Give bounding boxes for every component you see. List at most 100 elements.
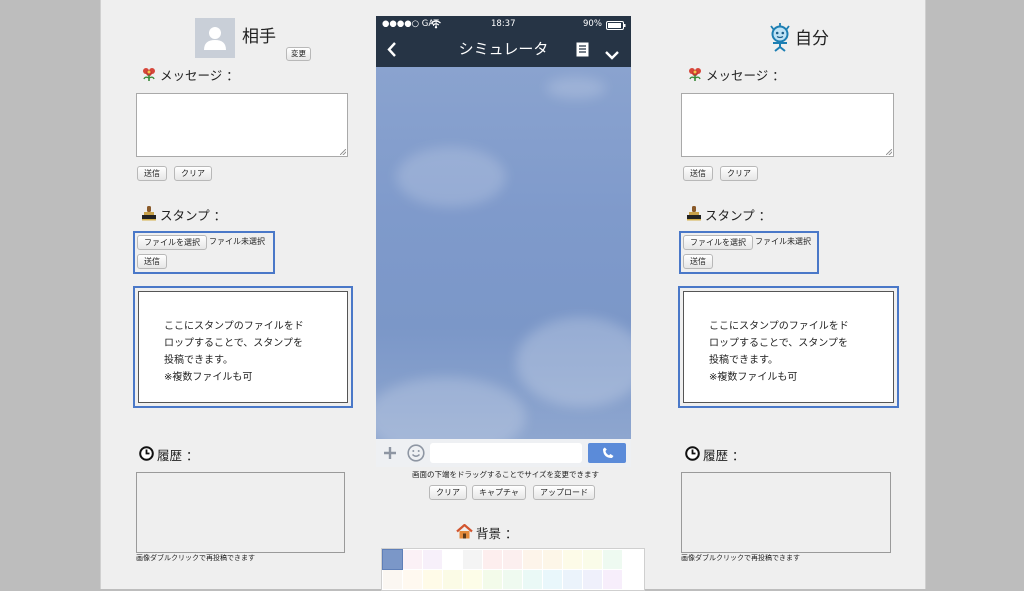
background-swatch-grid	[381, 548, 645, 591]
partner-file-status: ファイル未選択	[209, 237, 265, 246]
background-swatch[interactable]	[603, 570, 622, 589]
battery-percent: 90%	[583, 19, 602, 29]
resize-grip[interactable]	[340, 149, 346, 155]
self-name: 自分	[795, 29, 829, 49]
partner-name: 相手	[242, 27, 276, 47]
self-message-heading: メッセージ ：	[687, 67, 785, 85]
partner-avatar[interactable]	[195, 18, 235, 58]
partner-message-input[interactable]	[136, 93, 348, 157]
stamp-label: スタンプ ：	[705, 207, 772, 223]
stamp-icon	[686, 206, 702, 225]
person-icon	[204, 27, 226, 50]
resize-grip[interactable]	[886, 149, 892, 155]
background-swatch[interactable]	[543, 570, 562, 589]
house-icon	[456, 523, 473, 543]
phone-status-bar: ●●●●○ GAT 18:37 90%	[376, 16, 631, 32]
cloud	[516, 317, 631, 407]
self-stamp-heading: スタンプ ：	[686, 206, 771, 225]
background-swatch[interactable]	[403, 570, 422, 589]
chat-area[interactable]	[376, 67, 631, 439]
message-label: メッセージ ：	[706, 68, 785, 83]
background-swatch[interactable]	[603, 550, 622, 569]
self-avatar-icon[interactable]	[767, 22, 793, 56]
drop-instructions: ここにスタンプのファイルをド ロップすることで、スタンプを 投稿できます。 ※複…	[164, 321, 304, 383]
upload-button[interactable]: アップロード	[533, 485, 595, 500]
partner-history-heading: 履歴 ：	[139, 446, 198, 465]
self-history-note: 画像ダブルクリックで再投稿できます	[681, 554, 800, 562]
history-label: 履歴 ：	[157, 447, 199, 463]
self-send-button[interactable]: 送信	[683, 166, 713, 181]
capture-button[interactable]: キャプチャ	[472, 485, 526, 500]
background-swatch[interactable]	[423, 570, 442, 589]
phone-simulator: ●●●●○ GAT 18:37 90% シミュレータ	[376, 16, 631, 467]
background-swatch[interactable]	[503, 550, 522, 569]
partner-history-box[interactable]	[136, 472, 345, 553]
self-history-heading: 履歴 ：	[685, 446, 744, 465]
self-message-input[interactable]	[681, 93, 894, 157]
simulator-page: 相手 変更 メッセージ ： 送信 クリア スタンプ ： ファイルを選択 ファイル…	[100, 0, 926, 591]
message-label: メッセージ ：	[160, 68, 239, 83]
phone-clear-button[interactable]: クリア	[429, 485, 467, 500]
background-swatch[interactable]	[463, 550, 482, 569]
cloud	[546, 77, 606, 99]
self-stamp-send-button[interactable]: 送信	[683, 254, 713, 269]
drop-zone-inner: ここにスタンプのファイルをド ロップすることで、スタンプを 投稿できます。 ※複…	[683, 291, 894, 403]
self-stamp-drop-zone[interactable]: ここにスタンプのファイルをド ロップすることで、スタンプを 投稿できます。 ※複…	[678, 286, 899, 408]
clock-time: 18:37	[491, 19, 516, 29]
change-avatar-button[interactable]: 変更	[286, 47, 311, 61]
partner-choose-file-button[interactable]: ファイルを選択	[137, 235, 207, 250]
resize-hint: 画面の下端をドラッグすることでサイズを変更できます	[412, 470, 600, 479]
partner-message-heading: メッセージ ：	[141, 67, 239, 85]
background-swatch[interactable]	[523, 550, 542, 569]
self-clear-button[interactable]: クリア	[720, 166, 758, 181]
background-swatch[interactable]	[483, 570, 502, 589]
clock-icon	[139, 446, 154, 465]
background-swatch[interactable]	[382, 549, 403, 570]
background-swatch[interactable]	[383, 570, 402, 589]
background-swatch[interactable]	[563, 570, 582, 589]
plus-icon[interactable]	[382, 445, 398, 465]
history-label: 履歴 ：	[703, 447, 745, 463]
cloud	[396, 147, 506, 207]
partner-send-button[interactable]: 送信	[137, 166, 167, 181]
clock-icon	[685, 446, 700, 465]
partner-history-note: 画像ダブルクリックで再投稿できます	[136, 554, 255, 562]
flower-icon	[687, 67, 703, 85]
background-swatch[interactable]	[583, 550, 602, 569]
stamp-label: スタンプ ：	[160, 207, 227, 223]
background-swatch[interactable]	[403, 550, 422, 569]
call-button[interactable]	[588, 443, 626, 463]
background-heading: 背景 ：	[456, 523, 518, 543]
flower-icon	[141, 67, 157, 85]
background-swatch[interactable]	[563, 550, 582, 569]
drop-instructions: ここにスタンプのファイルをド ロップすることで、スタンプを 投稿できます。 ※複…	[709, 321, 849, 383]
partner-clear-button[interactable]: クリア	[174, 166, 212, 181]
emoji-icon[interactable]	[407, 444, 425, 466]
partner-stamp-heading: スタンプ ：	[141, 206, 226, 225]
background-swatch[interactable]	[543, 550, 562, 569]
partner-stamp-drop-zone[interactable]: ここにスタンプのファイルをド ロップすることで、スタンプを 投稿できます。 ※複…	[133, 286, 353, 408]
background-swatch[interactable]	[443, 550, 462, 569]
chat-text-input[interactable]	[430, 443, 582, 463]
background-swatch[interactable]	[523, 570, 542, 589]
background-swatch[interactable]	[423, 550, 442, 569]
partner-stamp-send-button[interactable]: 送信	[137, 254, 167, 269]
background-swatch[interactable]	[443, 570, 462, 589]
self-file-status: ファイル未選択	[755, 237, 811, 246]
cloud	[376, 377, 526, 439]
background-swatch[interactable]	[583, 570, 602, 589]
chat-input-bar	[376, 439, 631, 467]
chevron-down-icon[interactable]	[604, 45, 620, 64]
stamp-icon	[141, 206, 157, 225]
chat-title: シミュレータ	[458, 40, 549, 58]
background-swatch[interactable]	[483, 550, 502, 569]
drop-zone-inner: ここにスタンプのファイルをド ロップすることで、スタンプを 投稿できます。 ※複…	[138, 291, 348, 403]
phone-nav-bar: シミュレータ	[376, 32, 631, 67]
background-swatch[interactable]	[463, 570, 482, 589]
phone-icon	[603, 447, 614, 458]
self-history-box[interactable]	[681, 472, 891, 553]
notes-icon[interactable]	[576, 42, 589, 61]
background-label: 背景 ：	[476, 525, 518, 541]
self-choose-file-button[interactable]: ファイルを選択	[683, 235, 753, 250]
background-swatch[interactable]	[503, 570, 522, 589]
